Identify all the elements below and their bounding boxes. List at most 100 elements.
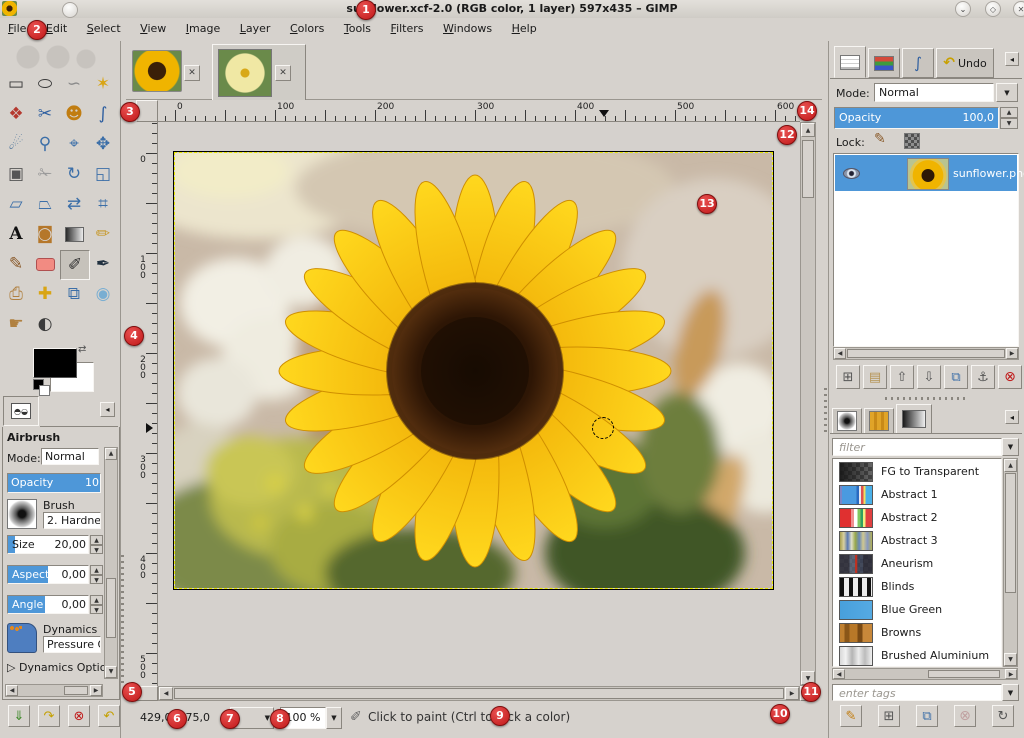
size-spinner[interactable]: ▲▼	[90, 535, 103, 554]
rotate-tool-icon[interactable]: ↻	[60, 160, 88, 188]
eraser-tool-icon[interactable]	[31, 250, 59, 278]
gradient-tags-dropdown-icon[interactable]: ▼	[1002, 684, 1019, 701]
fuzzy-select-tool-icon[interactable]: ✶	[89, 70, 117, 98]
close-icon[interactable]: ✕	[1013, 1, 1024, 17]
canvas-vscroll-thumb[interactable]	[802, 140, 814, 198]
zoom-tool-icon[interactable]: ⚲	[31, 130, 59, 158]
image-tab-daisy[interactable]	[218, 49, 272, 97]
lock-alpha-icon[interactable]	[904, 133, 920, 149]
swap-colors-icon[interactable]: ⇄	[78, 344, 86, 355]
save-tool-preset-icon[interactable]: ⇓	[8, 705, 30, 727]
minimize-icon[interactable]: ⌄	[955, 1, 971, 17]
lock-pixels-icon[interactable]: ✎	[874, 131, 886, 147]
dock-resize-handle[interactable]	[121, 555, 124, 685]
ink-tool-icon[interactable]: ✒	[89, 250, 117, 278]
menu-filters[interactable]: Filters	[383, 18, 432, 38]
gradient-list-hscrollbar[interactable]: ◀ ▶	[832, 668, 1018, 680]
layer-visibility-eye-icon[interactable]	[843, 168, 860, 179]
dynamics-preview-icon[interactable]	[7, 623, 37, 653]
menu-windows[interactable]: Windows	[435, 18, 500, 38]
rect-select-tool-icon[interactable]: ▭	[2, 70, 30, 98]
delete-layer-icon[interactable]: ⊗	[998, 365, 1022, 389]
gradient-filter-input[interactable]	[837, 440, 1001, 455]
pencil-tool-icon[interactable]: ✏	[89, 220, 117, 248]
shear-tool-icon[interactable]: ▱	[2, 190, 30, 218]
gradient-tags-field[interactable]	[832, 684, 1002, 701]
scissors-select-tool-icon[interactable]: ✂	[31, 100, 59, 128]
layer-opacity-spinner[interactable]: ▲▼	[1000, 107, 1018, 129]
color-picker-tool-icon[interactable]: ☄	[2, 130, 30, 158]
window-menu-button[interactable]	[62, 2, 78, 18]
paths-tool-icon[interactable]: ∫	[89, 100, 117, 128]
gradient-list-vscrollbar[interactable]: ▲ ▼	[1003, 458, 1018, 667]
gradient-item[interactable]: Brushed Aluminium	[834, 644, 1000, 667]
canvas-scroll-right-icon[interactable]: ▶	[785, 687, 799, 700]
title-bar[interactable]: sunflower.xcf-2.0 (RGB color, 1 layer) 5…	[0, 0, 1024, 18]
duplicate-gradient-icon[interactable]: ⧉	[916, 705, 938, 727]
menu-select[interactable]: Select	[79, 18, 129, 38]
canvas-hscroll-thumb[interactable]	[174, 688, 784, 699]
bucket-fill-tool-icon[interactable]: ◙	[31, 220, 59, 248]
gradient-list[interactable]: FG to Transparent Abstract 1 Abstract 2 …	[832, 458, 1002, 667]
menu-view[interactable]: View	[132, 18, 174, 38]
scroll-right-icon[interactable]: ▶	[90, 685, 102, 696]
layer-row-sunflower[interactable]: sunflower.png	[835, 155, 1017, 191]
tab-undo-history[interactable]: ↶ Undo	[936, 48, 994, 78]
gradient-tags-input[interactable]	[837, 686, 1001, 701]
measure-tool-icon[interactable]: ⌖	[60, 130, 88, 158]
smudge-tool-icon[interactable]: ☛	[2, 310, 30, 338]
scale-tool-icon[interactable]: ◱	[89, 160, 117, 188]
canvas-scroll-left-icon[interactable]: ◀	[159, 687, 173, 700]
perspective-tool-icon[interactable]: ⏢	[31, 190, 59, 218]
mode-select[interactable]: Normal	[41, 448, 99, 465]
foreground-select-tool-icon[interactable]: ☻	[60, 100, 88, 128]
free-select-tool-icon[interactable]: ∽	[60, 70, 88, 98]
toolbox-panel-menu-icon[interactable]: ◂	[100, 402, 115, 417]
zoom-dropdown-icon[interactable]: ▼	[326, 707, 342, 729]
dynamics-select[interactable]: Pressure O	[43, 636, 101, 653]
gradient-filter-dropdown-icon[interactable]: ▼	[1002, 438, 1019, 456]
gradient-item[interactable]: Abstract 3	[834, 529, 1000, 552]
scroll-left-icon[interactable]: ◀	[6, 685, 18, 696]
move-tool-icon[interactable]: ✥	[89, 130, 117, 158]
gradient-item[interactable]: FG to Transparent	[834, 460, 1000, 483]
reset-tool-options-icon[interactable]: ↶	[98, 705, 120, 727]
gradient-item[interactable]: Blinds	[834, 575, 1000, 598]
dynamics-options-expander[interactable]: ▷ Dynamics Optio	[7, 661, 106, 674]
layer-name[interactable]: sunflower.png	[953, 167, 1024, 180]
image-tab-close-icon[interactable]: ✕	[184, 65, 200, 81]
gradient-filter-field[interactable]	[832, 438, 1002, 456]
angle-spinner[interactable]: ▲▼	[90, 595, 103, 614]
gradient-item[interactable]: Aneurism	[834, 552, 1000, 575]
tab-layers[interactable]	[834, 46, 866, 78]
menu-colors[interactable]: Colors	[282, 18, 332, 38]
align-tool-icon[interactable]: ▣	[2, 160, 30, 188]
default-colors-bg-icon[interactable]	[39, 385, 50, 396]
menu-help[interactable]: Help	[504, 18, 545, 38]
layers-panel-menu-icon[interactable]: ◂	[1005, 52, 1019, 66]
gradient-item[interactable]: Blue Green	[834, 598, 1000, 621]
anchor-layer-icon[interactable]: ⚓	[971, 365, 995, 389]
blur-sharpen-tool-icon[interactable]: ◉	[89, 280, 117, 308]
layer-opacity-slider[interactable]: Opacity 100,0	[834, 107, 999, 129]
brush-select[interactable]: 2. Hardnes	[43, 512, 101, 529]
vertical-ruler[interactable]: 0 100 200 300 400 500	[136, 122, 158, 686]
lower-layer-icon[interactable]: ⇩	[917, 365, 941, 389]
maximize-icon[interactable]: ◇	[985, 1, 1001, 17]
dock-resize-handle-right[interactable]	[824, 388, 827, 434]
horizontal-ruler[interactable]: 0 100 200 300 400 500 600	[158, 100, 800, 122]
clone-tool-icon[interactable]: ⎙	[2, 280, 30, 308]
dock-separator-handle[interactable]	[885, 397, 965, 400]
layer-list-hscrollbar[interactable]: ◀ ▶	[833, 347, 1019, 360]
perspective-clone-tool-icon[interactable]: ⧉	[60, 280, 88, 308]
brush-preview-icon[interactable]	[7, 499, 37, 529]
raise-layer-icon[interactable]: ⇧	[890, 365, 914, 389]
opacity-slider[interactable]: Opacity 10	[7, 473, 101, 493]
flip-tool-icon[interactable]: ⇄	[60, 190, 88, 218]
ellipse-select-tool-icon[interactable]: ⬭	[31, 70, 59, 98]
layer-mode-dropdown-icon[interactable]: ▼	[996, 83, 1018, 102]
gradient-item[interactable]: Browns	[834, 621, 1000, 644]
gradient-tool-icon[interactable]	[60, 220, 88, 248]
gradient-item[interactable]: Abstract 1	[834, 483, 1000, 506]
tab-patterns[interactable]	[864, 408, 894, 434]
